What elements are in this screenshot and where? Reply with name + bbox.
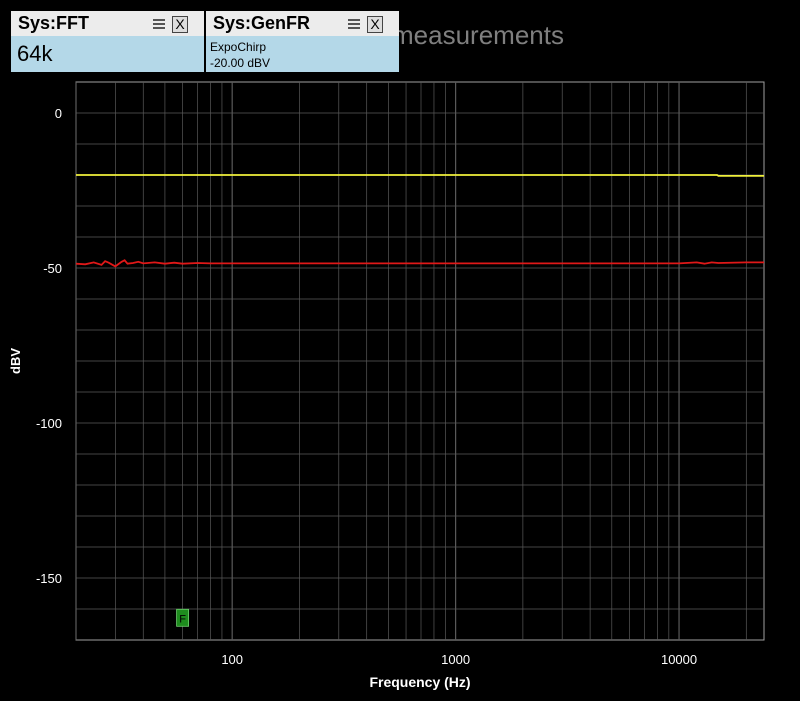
measurement-window: measurements Sys:FFT X 64k Sys:GenFR X E… [0, 0, 800, 701]
y-tick-label: -100 [36, 416, 62, 431]
frequency-response-chart[interactable]: 0 -50 -100 -150 100 1000 10000 F Frequency (Hz… [0, 0, 800, 701]
y-tick-label: -50 [43, 261, 62, 276]
series-line-2 [75, 259, 764, 268]
y-axis-label: dBV [8, 348, 23, 374]
marker-layer[interactable]: F [176, 608, 190, 627]
series-line-1 [76, 174, 764, 177]
series-layer [75, 174, 764, 268]
x-tick-label: 1000 [441, 652, 470, 667]
x-axis-label: Frequency (Hz) [369, 674, 470, 690]
marker-label: F [179, 613, 186, 625]
x-tick-label: 100 [221, 652, 243, 667]
y-tick-label: -150 [36, 571, 62, 586]
y-tick-label: 0 [55, 106, 62, 121]
grid [75, 82, 764, 640]
x-tick-label: 10000 [661, 652, 697, 667]
